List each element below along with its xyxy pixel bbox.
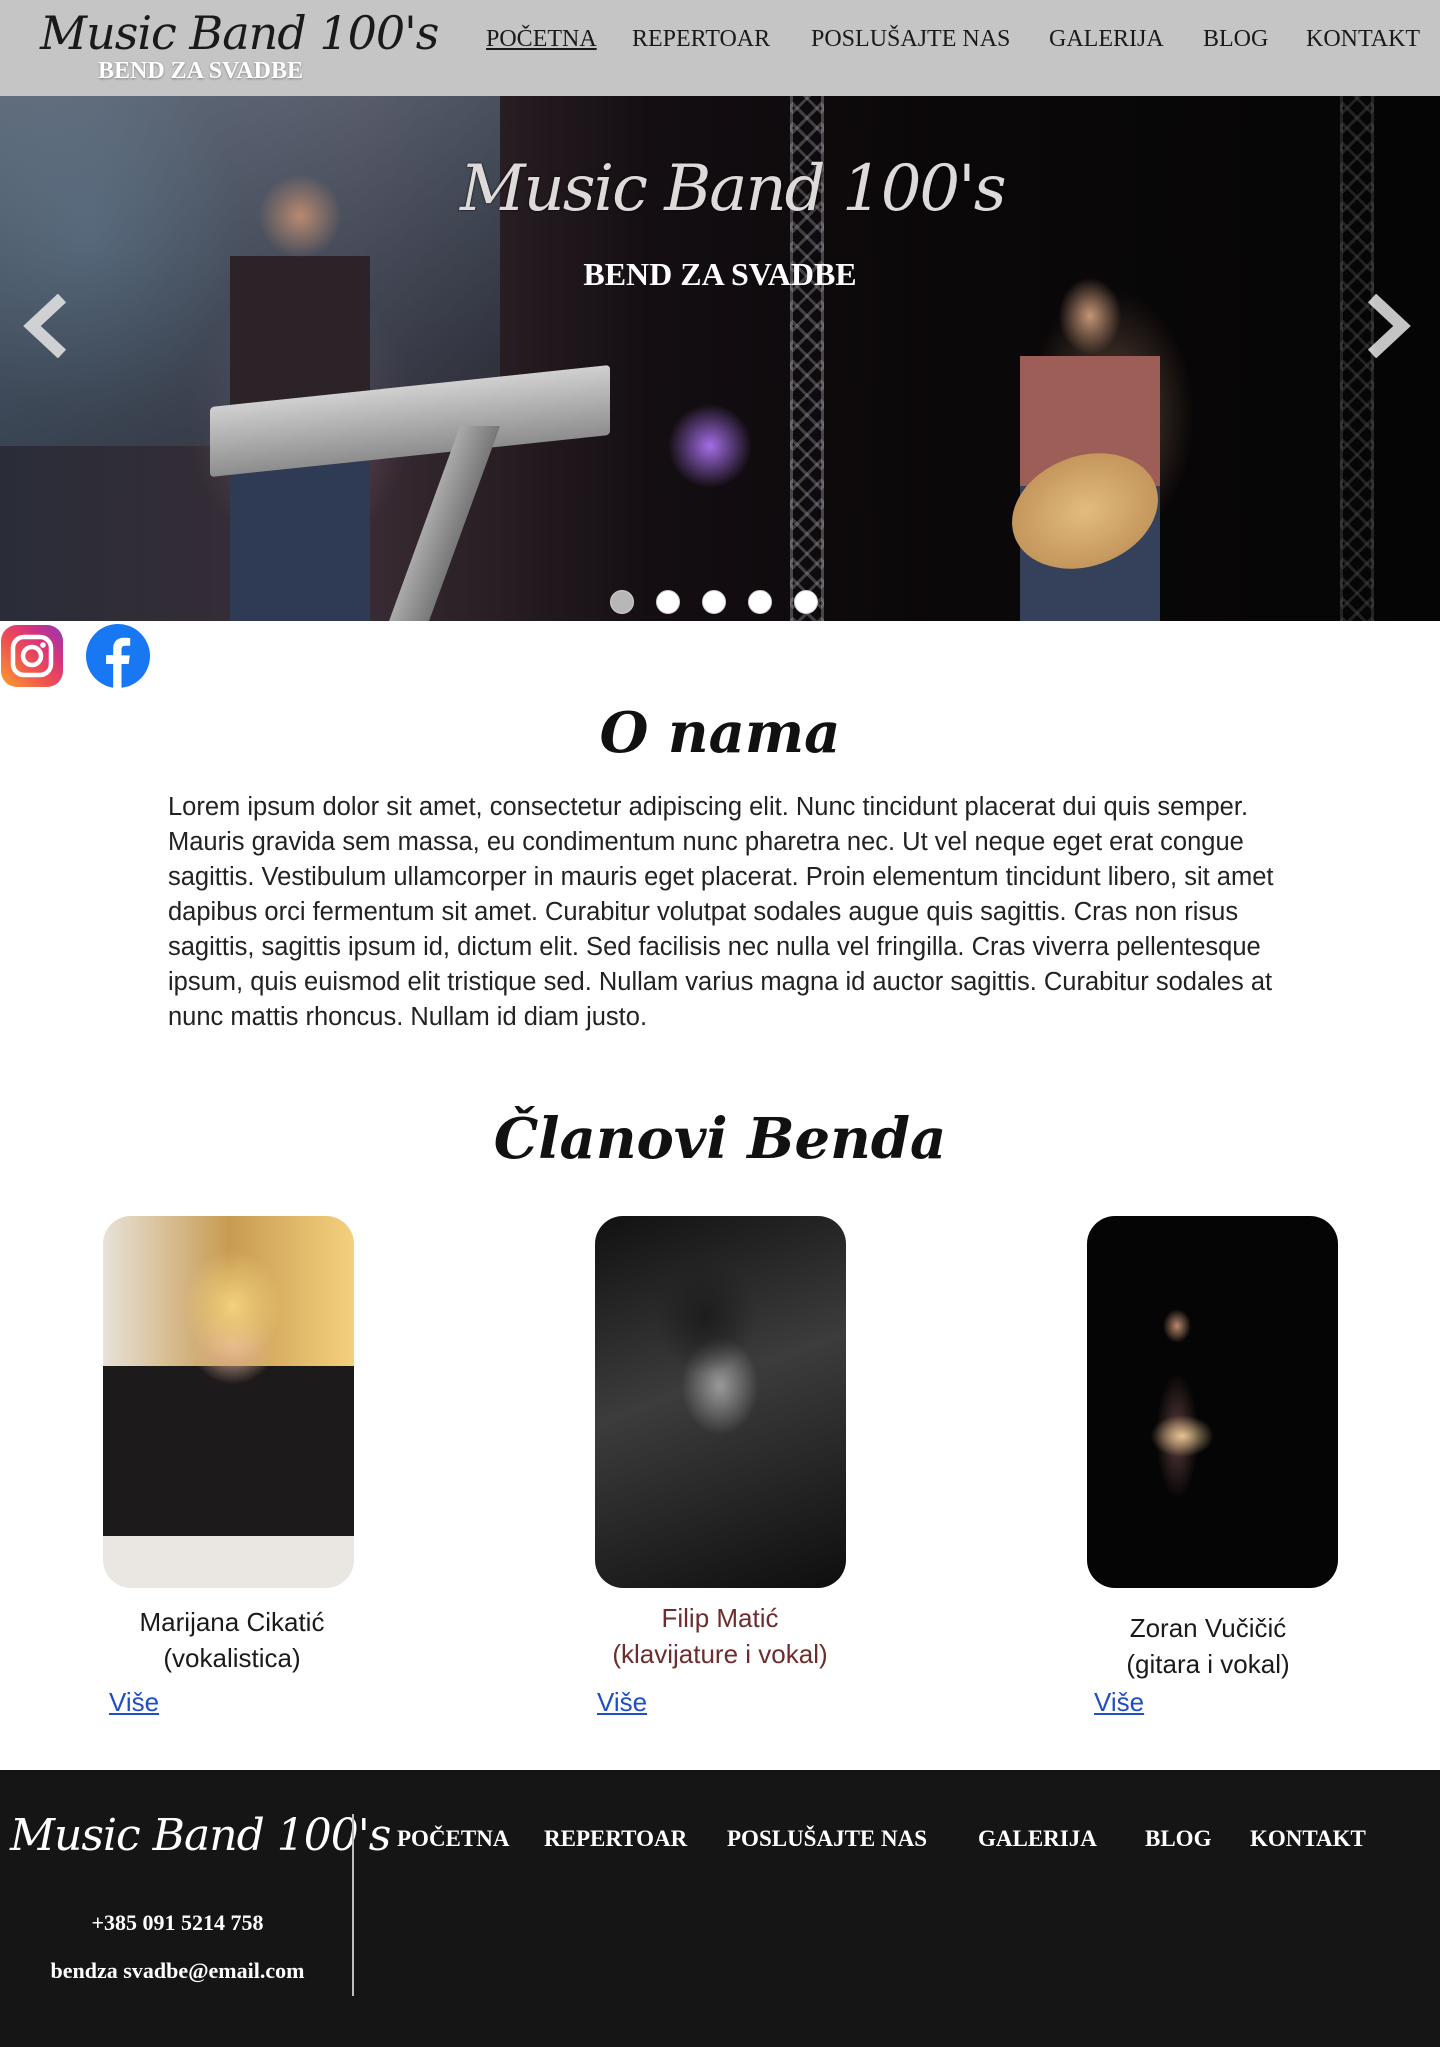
nav-item-kontakt[interactable]: KONTAKT (1306, 26, 1420, 53)
footer-email: bendza svadbe@email.com (50, 1958, 305, 1983)
chevron-left-icon (23, 293, 67, 359)
slider-dot[interactable] (794, 590, 818, 614)
footer-nav-blog[interactable]: BLOG (1145, 1826, 1211, 1852)
nav-item-galerija[interactable]: GALERIJA (1049, 26, 1164, 53)
more-link-zoran[interactable]: Više (1094, 1687, 1144, 1718)
hero-subtitle: BEND ZA SVADBE (583, 256, 857, 292)
about-paragraph: Lorem ipsum dolor sit amet, consectetur … (168, 793, 1274, 1031)
nav-item-blog[interactable]: BLOG (1203, 26, 1268, 53)
nav-item-pocetna[interactable]: POČETNA (486, 26, 597, 53)
slider-next-button[interactable] (1356, 293, 1416, 359)
hero-slider: Music Band 100's BEND ZA SVADBE (0, 96, 1440, 621)
member-card-filip: Filip Matić (klavijature i vokal) (570, 1600, 870, 1672)
site-footer: Music Band 100's +385 091 5214 758 bendz… (0, 1770, 1440, 2047)
member-card-marijana: Marijana Cikatić (vokalistica) (82, 1604, 382, 1676)
member-card-zoran: Zoran Vučičić (gitara i vokal) (1058, 1610, 1358, 1682)
member-name: Marijana Cikatić (139, 1607, 325, 1637)
member-photo-zoran (1087, 1216, 1338, 1588)
member-role: (vokalistica) (163, 1643, 301, 1673)
member-role: (klavijature i vokal) (612, 1639, 828, 1669)
slider-dots (610, 590, 830, 616)
site-header: Music Band 100's BEND ZA SVADBE POČETNA … (0, 0, 1440, 96)
more-link-marijana[interactable]: Više (109, 1687, 159, 1718)
instagram-link[interactable] (0, 624, 64, 688)
footer-nav-pocetna[interactable]: POČETNA (397, 1826, 509, 1852)
facebook-icon (86, 624, 150, 688)
hero-stage-truss (1340, 96, 1374, 621)
member-name: Zoran Vučičić (1129, 1613, 1287, 1643)
facebook-link[interactable] (86, 624, 150, 688)
nav-item-poslusajte-nas[interactable]: POSLUŠAJTE NAS (811, 26, 1010, 53)
footer-logo[interactable]: Music Band 100's (10, 1810, 391, 1861)
footer-nav-poslusajte-nas[interactable]: POSLUŠAJTE NAS (727, 1826, 927, 1852)
member-photo-filip (595, 1216, 846, 1588)
slider-dot[interactable] (748, 590, 772, 614)
slider-dot[interactable] (656, 590, 680, 614)
about-title: O nama (599, 700, 841, 766)
nav-item-repertoar[interactable]: REPERTOAR (632, 26, 770, 53)
footer-nav-repertoar[interactable]: REPERTOAR (544, 1826, 687, 1852)
logo-script-text: Music Band 100's (40, 6, 439, 60)
members-title: Članovi Benda (493, 1106, 947, 1172)
instagram-icon (1, 625, 63, 687)
slider-dot[interactable] (610, 590, 634, 614)
footer-nav-kontakt[interactable]: KONTAKT (1250, 1826, 1366, 1852)
member-role: (gitara i vokal) (1126, 1649, 1290, 1679)
slider-prev-button[interactable] (18, 293, 78, 359)
footer-nav-galerija[interactable]: GALERIJA (978, 1826, 1097, 1852)
logo-subtitle: BEND ZA SVADBE (98, 58, 303, 84)
site-logo[interactable]: Music Band 100's BEND ZA SVADBE (40, 6, 439, 90)
member-name: Filip Matić (661, 1603, 779, 1633)
chevron-right-icon (1367, 293, 1411, 359)
slider-dot[interactable] (702, 590, 726, 614)
hero-title: Music Band 100's (460, 152, 1007, 226)
hero-keyboardist-figure (230, 156, 370, 621)
footer-divider (352, 1814, 354, 1996)
footer-phone: +385 091 5214 758 (91, 1910, 264, 1935)
member-photo-marijana (103, 1216, 354, 1588)
more-link-filip[interactable]: Više (597, 1687, 647, 1718)
